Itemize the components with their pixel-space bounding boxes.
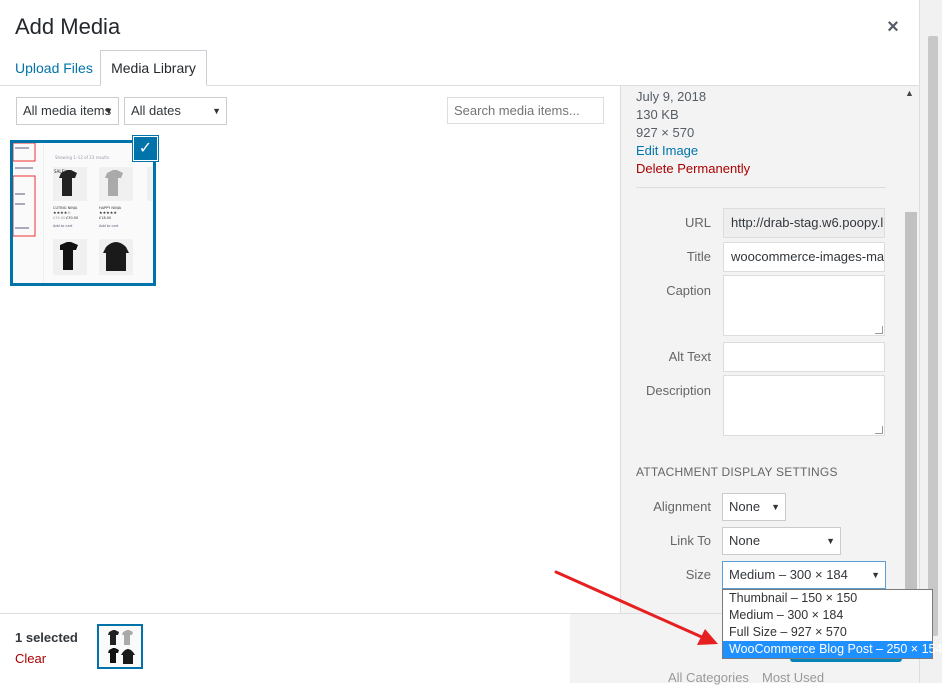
edit-image-link[interactable]: Edit Image [636,142,698,160]
chevron-down-icon: ▼ [212,106,221,116]
details-divider [636,187,886,188]
file-size: 130 KB [636,107,679,122]
search-input[interactable] [447,97,604,124]
url-field[interactable]: http://drab-stag.w6.poopy.life/wp-conten… [723,208,885,238]
alignment-value: None [729,499,761,514]
preview-price: £30.00 [66,216,78,220]
selected-check-icon[interactable]: ✓ [133,136,158,161]
media-type-filter-value: All media items [23,103,112,118]
description-label: Description [645,383,711,398]
size-select[interactable]: Medium – 300 × 184 ▼ [722,561,886,589]
size-option-full[interactable]: Full Size – 927 × 570 [723,624,932,641]
selection-thumbnail[interactable] [97,624,143,669]
attachment-thumbnail[interactable]: Showing 1–12 of 23 results SALE! CUTING … [10,140,156,286]
date-filter-value: All dates [131,103,181,118]
resize-handle-icon[interactable] [875,426,883,434]
link-to-label: Link To [670,533,711,548]
delete-permanently-link[interactable]: Delete Permanently [636,160,750,178]
link-to-select[interactable]: None ▼ [722,527,841,555]
selection-count: 1 selected [15,630,78,645]
image-dimensions: 927 × 570 [636,125,695,140]
svg-text:★★★★☆: ★★★★☆ [53,210,71,215]
resize-handle-icon[interactable] [875,326,883,334]
thumbnail-preview-image: Showing 1–12 of 23 results SALE! CUTING … [13,143,153,283]
preview-sale-badge: SALE! [54,169,66,174]
modal-title: Add Media [15,14,121,39]
size-dropdown-list: Thumbnail – 150 × 150 Medium – 300 × 184… [722,589,942,659]
url-label: URL [684,215,711,230]
clear-selection-link[interactable]: Clear [15,651,46,666]
size-value: Medium – 300 × 184 [729,567,848,582]
display-settings-heading: Attachment Display Settings [636,465,838,479]
svg-text:★★★★★: ★★★★★ [99,210,117,215]
title-field[interactable]: woocommerce-images-management [723,242,885,272]
alt-text-field[interactable] [723,342,885,372]
media-type-filter[interactable]: All media items ▼ [16,97,119,125]
size-label: Size [685,567,711,582]
date-filter[interactable]: All dates ▼ [124,97,227,125]
chevron-down-icon: ▼ [771,502,780,512]
alignment-select[interactable]: None ▼ [722,493,786,521]
size-option-thumbnail[interactable]: Thumbnail – 150 × 150 [723,590,932,607]
scroll-up-icon[interactable]: ▲ [905,88,914,98]
details-scrollbar-thumb[interactable] [905,212,917,612]
upload-date: July 9, 2018 [636,89,707,104]
preview-add-to-cart: Add to cart [53,224,73,228]
alt-text-label: Alt Text [668,349,711,364]
alignment-label: Alignment [653,499,711,514]
chevron-down-icon: ▼ [826,536,835,546]
tab-media-library[interactable]: Media Library [100,50,207,86]
preview-add-to-cart: Add to cart [99,224,119,228]
description-textarea[interactable] [723,375,885,436]
chevron-down-icon: ▼ [871,570,880,580]
caption-textarea[interactable] [723,275,885,336]
close-icon[interactable]: × [880,14,906,40]
page-scrollbar[interactable] [928,36,938,636]
preview-result-text: Showing 1–12 of 23 results [55,155,109,160]
selection-thumbnail-image [99,626,141,667]
tab-upload-files[interactable]: Upload Files [15,58,93,78]
preview-old-price: £35.00 [53,216,65,220]
size-option-medium[interactable]: Medium – 300 × 184 [723,607,932,624]
preview-price: £18.00 [99,216,111,220]
caption-label: Caption [666,283,711,298]
link-to-value: None [729,533,761,548]
chevron-down-icon: ▼ [104,106,113,116]
title-label: Title [686,249,711,264]
size-option-woocommerce-blog-post[interactable]: WooCommerce Blog Post – 250 × 154 [723,641,942,658]
